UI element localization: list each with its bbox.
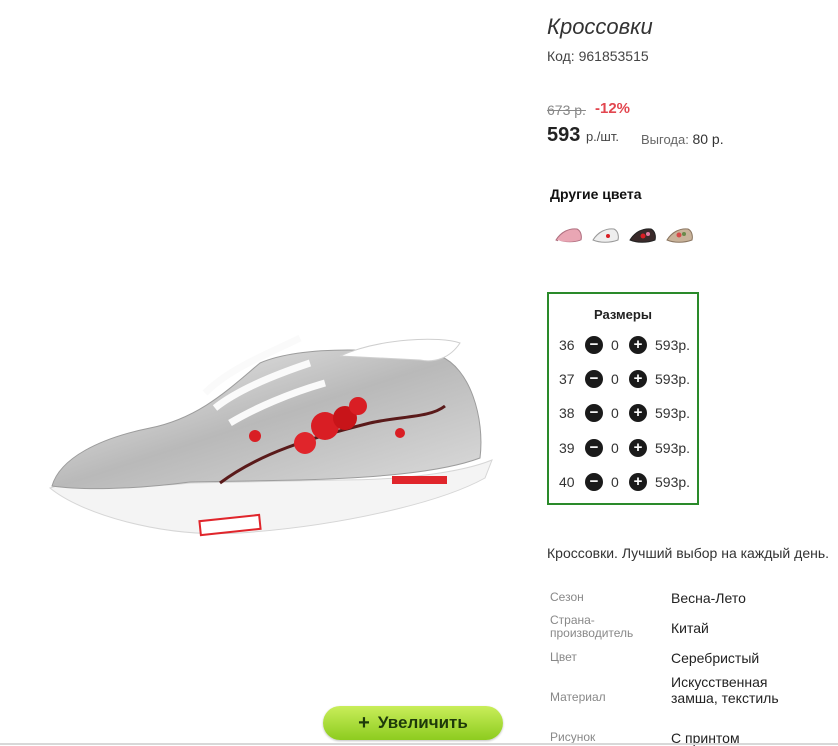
size-row: 37 − 0 + 593р. [549,367,701,391]
savings-value: 80 р. [692,131,724,147]
savings-label: Выгода: [641,132,689,147]
size-price: 593р. [655,337,691,353]
size-label: 37 [559,371,575,387]
size-quantity: 0 [611,371,619,387]
minus-icon[interactable]: − [585,404,603,422]
old-price: 673 р. [547,102,586,118]
other-colors-title: Другие цвета [550,186,642,202]
product-image-area: + Увеличить [0,0,520,745]
swatch-beige-floral[interactable] [666,222,694,246]
plus-icon[interactable]: + [629,404,647,422]
size-label: 36 [559,337,575,353]
size-quantity: 0 [611,474,619,490]
product-title: Кроссовки [547,14,653,39]
spec-label: Сезон [550,590,584,604]
plus-icon[interactable]: + [629,473,647,491]
size-price: 593р. [655,474,691,490]
size-label: 40 [559,474,575,490]
size-quantity: 0 [611,337,619,353]
spec-label: Материал [550,690,606,704]
color-swatches [555,222,694,246]
savings: Выгода: 80 р. [641,131,724,147]
swatch-white[interactable] [592,222,620,246]
spec-value: Серебристый [671,650,760,666]
plus-icon[interactable]: + [629,336,647,354]
minus-icon[interactable]: − [585,370,603,388]
product-code-value: 961853515 [578,48,649,64]
product-code-label: Код: [547,48,575,64]
sizes-title: Размеры [594,307,652,322]
size-price: 593р. [655,405,691,421]
spec-value: Китай [671,620,709,636]
size-row: 39 − 0 + 593р. [549,436,701,460]
spec-value: Весна-Лето [671,590,746,606]
discount-badge: -12% [595,100,631,117]
size-quantity: 0 [611,440,619,456]
plus-icon: + [358,711,370,734]
swatch-black-floral[interactable] [629,222,657,246]
minus-icon[interactable]: − [585,336,603,354]
spec-label: Цвет [550,650,577,664]
minus-icon[interactable]: − [585,439,603,457]
size-label: 38 [559,405,575,421]
size-label: 39 [559,440,575,456]
size-quantity: 0 [611,405,619,421]
product-description: Кроссовки. Лучший выбор на каждый день. [547,545,830,561]
price-value: 593 [547,124,581,146]
size-price: 593р. [655,371,691,387]
spec-value: Искусственная замша, текстиль [671,674,779,706]
spec-label: Страна-производитель [550,613,634,640]
size-price: 593р. [655,440,691,456]
plus-icon[interactable]: + [629,370,647,388]
plus-icon[interactable]: + [629,439,647,457]
product-photo[interactable] [40,268,495,558]
swatch-pink[interactable] [555,222,583,246]
size-row: 40 − 0 + 593р. [549,470,701,494]
zoom-button-label: Увеличить [377,713,468,732]
current-price: 593 р./шт. [547,124,619,147]
price-unit: р./шт. [585,129,619,144]
size-row: 36 − 0 + 593р. [549,333,701,357]
sizes-panel: Размеры 36 − 0 + 593р. 37 − 0 + 593р. 38… [547,292,699,505]
size-row: 38 − 0 + 593р. [549,401,701,425]
minus-icon[interactable]: − [585,473,603,491]
product-code: Код: 961853515 [547,48,649,64]
zoom-button[interactable]: + Увеличить [323,706,503,740]
